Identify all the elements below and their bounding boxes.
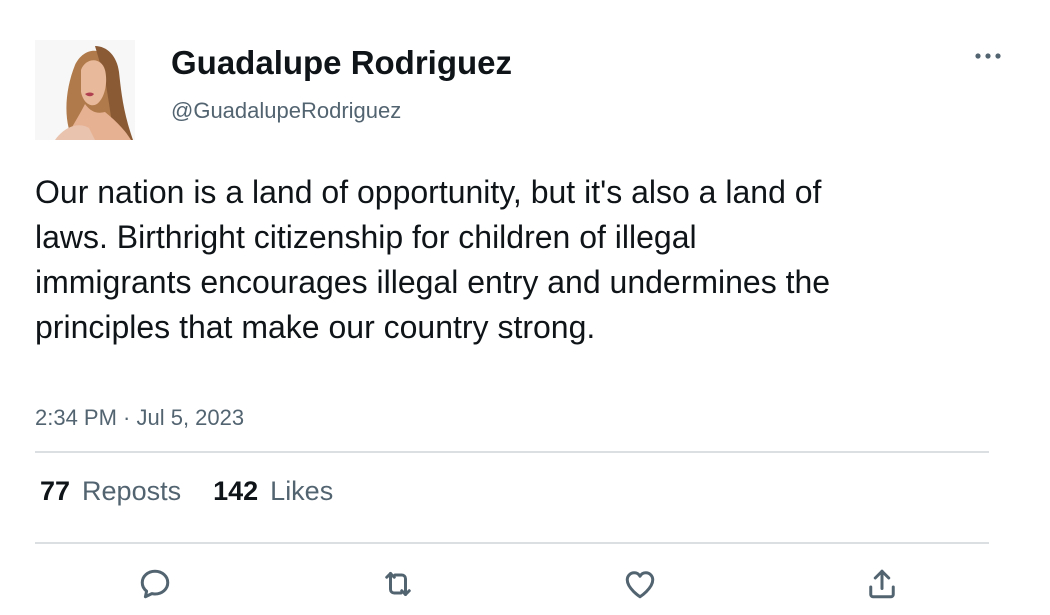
reposts-label: Reposts bbox=[82, 476, 182, 506]
reply-button[interactable] bbox=[133, 562, 177, 606]
reposts-count: 77 bbox=[40, 476, 71, 506]
repost-button[interactable] bbox=[376, 562, 420, 606]
likes-stat[interactable]: 142 Likes bbox=[213, 476, 333, 507]
engagement-stats: 77 Reposts 142 Likes bbox=[40, 476, 333, 507]
more-options-button[interactable] bbox=[968, 44, 1008, 68]
action-bar bbox=[0, 562, 1050, 606]
tweet-text: Our nation is a land of opportunity, but… bbox=[35, 174, 831, 345]
author-display-name[interactable]: Guadalupe Rodriguez bbox=[171, 44, 512, 82]
reply-icon bbox=[140, 569, 170, 599]
share-icon bbox=[869, 569, 895, 599]
divider bbox=[35, 451, 989, 453]
likes-label: Likes bbox=[270, 476, 334, 506]
reposts-stat[interactable]: 77 Reposts bbox=[40, 476, 181, 507]
tweet-card: Guadalupe Rodriguez @GuadalupeRodriguez … bbox=[0, 0, 1050, 615]
share-button[interactable] bbox=[860, 562, 904, 606]
author-handle[interactable]: @GuadalupeRodriguez bbox=[171, 98, 401, 124]
like-icon bbox=[625, 571, 655, 599]
like-button[interactable] bbox=[618, 562, 662, 606]
divider bbox=[35, 542, 989, 544]
likes-count: 142 bbox=[213, 476, 259, 506]
avatar[interactable] bbox=[35, 40, 135, 140]
tweet-timestamp[interactable]: 2:34 PM · Jul 5, 2023 bbox=[35, 405, 244, 431]
profile-photo-icon bbox=[35, 40, 135, 140]
repost-icon bbox=[385, 572, 411, 596]
more-icon bbox=[975, 53, 1001, 59]
